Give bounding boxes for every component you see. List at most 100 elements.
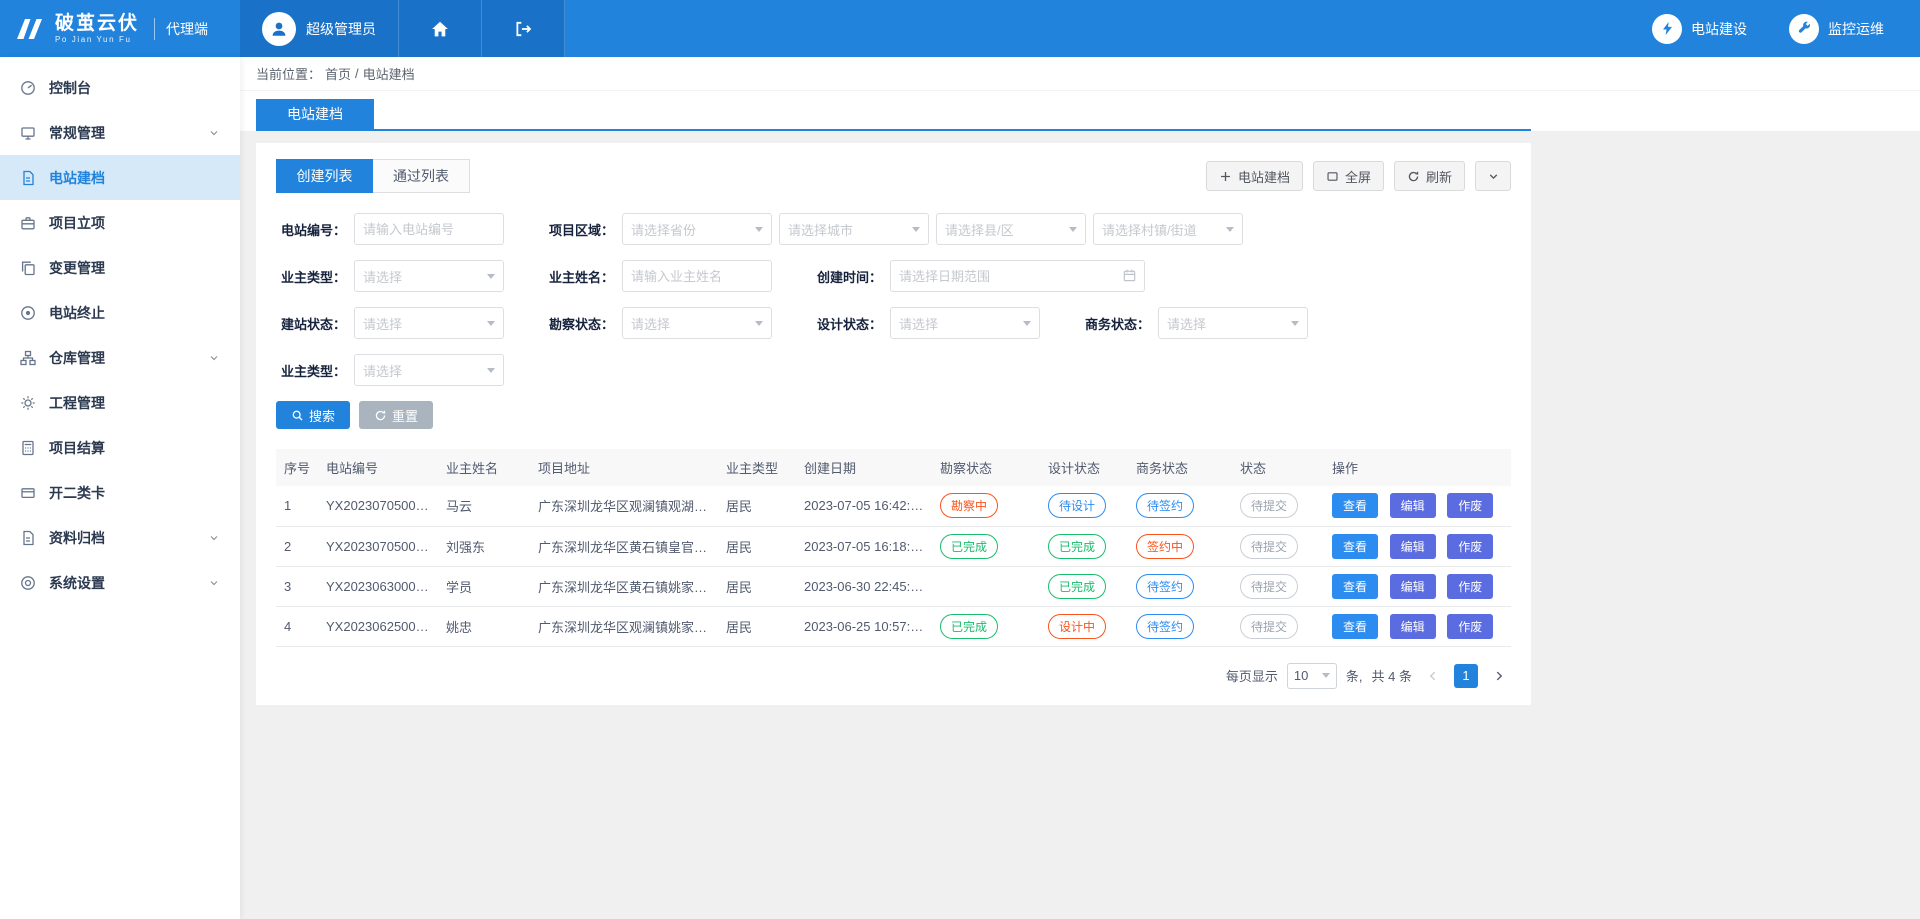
page-tab-station-filing[interactable]: 电站建档 bbox=[256, 99, 374, 129]
user-avatar bbox=[262, 12, 296, 46]
page-1-button[interactable]: 1 bbox=[1454, 664, 1478, 688]
cell-index: 1 bbox=[276, 486, 318, 526]
date-range-input[interactable] bbox=[890, 260, 1145, 292]
sidebar-item-change-mgmt[interactable]: 变更管理 bbox=[0, 245, 240, 290]
nav-station-build[interactable]: 电站建设 bbox=[1652, 14, 1747, 44]
owner-type2-select[interactable]: 请选择 bbox=[354, 354, 504, 386]
sidebar-item-system-settings[interactable]: 系统设置 bbox=[0, 560, 240, 605]
void-button[interactable]: 作废 bbox=[1447, 574, 1493, 599]
cell-address: 广东深圳龙华区观澜镇观湖路... bbox=[530, 486, 718, 526]
col-design-status: 设计状态 bbox=[1040, 449, 1128, 486]
sidebar-item-label: 资料归档 bbox=[49, 528, 105, 548]
business-status-select[interactable]: 请选择 bbox=[1158, 307, 1308, 339]
cell-owner-name: 姚忠 bbox=[438, 606, 530, 646]
edit-button[interactable]: 编辑 bbox=[1390, 574, 1436, 599]
station-no-label: 电站编号： bbox=[276, 220, 346, 239]
sidebar-item-engineering-mgmt[interactable]: 工程管理 bbox=[0, 380, 240, 425]
survey-status-select[interactable]: 请选择 bbox=[622, 307, 772, 339]
collapse-filters-button[interactable] bbox=[1475, 161, 1511, 191]
cell-created: 2023-07-05 16:18:50 bbox=[796, 526, 932, 566]
sidebar-item-general-mgmt[interactable]: 常规管理 bbox=[0, 110, 240, 155]
logo-title: 破茧云伏 bbox=[55, 14, 139, 33]
nav-monitor-ops[interactable]: 监控运维 bbox=[1789, 14, 1884, 44]
logo-tag: 代理端 bbox=[166, 19, 208, 39]
chevron-down-icon bbox=[208, 532, 220, 544]
breadcrumb-prefix: 当前位置： bbox=[256, 64, 321, 83]
build-status-select[interactable]: 请选择 bbox=[354, 307, 504, 339]
station-no-input[interactable] bbox=[354, 213, 504, 245]
edit-button[interactable]: 编辑 bbox=[1390, 493, 1436, 518]
sidebar-item-project-initiation[interactable]: 项目立项 bbox=[0, 200, 240, 245]
cell-owner-type: 居民 bbox=[718, 486, 796, 526]
view-button[interactable]: 查看 bbox=[1332, 493, 1378, 518]
city-select[interactable]: 请选择城市 bbox=[779, 213, 929, 245]
fullscreen-icon bbox=[1326, 170, 1339, 183]
tab-create-list[interactable]: 创建列表 bbox=[276, 159, 373, 193]
view-button[interactable]: 查看 bbox=[1332, 574, 1378, 599]
page-tab-bar: 电站建档 bbox=[240, 91, 1920, 131]
card-toolbar: 电站建档 全屏 刷新 bbox=[1206, 161, 1511, 191]
design-status-label: 设计状态： bbox=[812, 314, 882, 333]
chevron-down-icon bbox=[755, 321, 763, 326]
main-area: 当前位置： 首页 / 电站建档 电站建档 创建列表 通过列表 bbox=[240, 57, 1920, 919]
home-button[interactable] bbox=[399, 0, 482, 57]
sidebar-item-console[interactable]: 控制台 bbox=[0, 65, 240, 110]
edit-button[interactable]: 编辑 bbox=[1390, 534, 1436, 559]
county-select[interactable]: 请选择县/区 bbox=[936, 213, 1086, 245]
add-station-button[interactable]: 电站建档 bbox=[1206, 161, 1303, 191]
void-button[interactable]: 作废 bbox=[1447, 614, 1493, 639]
user-menu[interactable]: 超级管理员 bbox=[240, 0, 399, 57]
home-icon bbox=[431, 20, 449, 38]
logout-button[interactable] bbox=[482, 0, 565, 57]
sidebar-item-station-termination[interactable]: 电站终止 bbox=[0, 290, 240, 335]
view-button[interactable]: 查看 bbox=[1332, 614, 1378, 639]
owner-type-select[interactable]: 请选择 bbox=[354, 260, 504, 292]
sidebar-item-station-filing[interactable]: 电站建档 bbox=[0, 155, 240, 200]
breadcrumb-separator: / bbox=[355, 66, 359, 81]
prev-page-button[interactable] bbox=[1421, 664, 1445, 688]
void-button[interactable]: 作废 bbox=[1447, 534, 1493, 559]
app-header: 破茧云伏 Po Jian Yun Fu 代理端 超级管理员 电站建设 bbox=[0, 0, 1920, 57]
view-button[interactable]: 查看 bbox=[1332, 534, 1378, 559]
stop-circle-icon bbox=[20, 305, 36, 321]
sidebar-item-archive[interactable]: 资料归档 bbox=[0, 515, 240, 560]
cell-owner-type: 居民 bbox=[718, 566, 796, 606]
logout-icon bbox=[514, 20, 532, 38]
per-page-select[interactable]: 10 bbox=[1287, 663, 1337, 689]
filter-form: 电站编号： 项目区域： 请选择省份 请选择城市 bbox=[276, 213, 1511, 429]
table-row: 2 YX2023070500010 刘强东 广东深圳龙华区黄石镇皇官大... 居… bbox=[276, 526, 1511, 566]
province-select[interactable]: 请选择省份 bbox=[622, 213, 772, 245]
plus-icon bbox=[1219, 170, 1232, 183]
chevron-down-icon bbox=[487, 321, 495, 326]
chevron-down-icon bbox=[1322, 673, 1330, 678]
breadcrumb-current: 电站建档 bbox=[363, 64, 415, 83]
col-actions: 操作 bbox=[1324, 449, 1511, 486]
sidebar-item-warehouse-mgmt[interactable]: 仓库管理 bbox=[0, 335, 240, 380]
cell-station-no: YX2023070500011 bbox=[318, 486, 438, 526]
cell-station-no: YX2023070500010 bbox=[318, 526, 438, 566]
design-status-select[interactable]: 请选择 bbox=[890, 307, 1040, 339]
business-status-field: 商务状态： 请选择 bbox=[1080, 307, 1308, 339]
fullscreen-button[interactable]: 全屏 bbox=[1313, 161, 1384, 191]
sidebar-item-project-settlement[interactable]: 项目结算 bbox=[0, 425, 240, 470]
cell-index: 3 bbox=[276, 566, 318, 606]
tab-passed-list[interactable]: 通过列表 bbox=[373, 159, 470, 193]
void-button[interactable]: 作废 bbox=[1447, 493, 1493, 518]
next-page-button[interactable] bbox=[1487, 664, 1511, 688]
refresh-button[interactable]: 刷新 bbox=[1394, 161, 1465, 191]
business-status-badge: 签约中 bbox=[1136, 534, 1194, 559]
wrench-icon bbox=[1789, 14, 1819, 44]
reset-button[interactable]: 重置 bbox=[359, 401, 433, 429]
sidebar-item-type2-card[interactable]: 开二类卡 bbox=[0, 470, 240, 515]
build-status-label: 建站状态： bbox=[276, 314, 346, 333]
breadcrumb-home[interactable]: 首页 bbox=[325, 64, 351, 83]
status-badge: 待提交 bbox=[1240, 534, 1298, 559]
town-select[interactable]: 请选择村镇/街道 bbox=[1093, 213, 1243, 245]
nav-station-build-label: 电站建设 bbox=[1691, 19, 1747, 39]
total-count: 共 4 条 bbox=[1372, 666, 1412, 685]
edit-button[interactable]: 编辑 bbox=[1390, 614, 1436, 639]
refresh-label: 刷新 bbox=[1426, 167, 1452, 186]
owner-name-input[interactable] bbox=[622, 260, 772, 292]
search-button[interactable]: 搜索 bbox=[276, 401, 350, 429]
chevron-down-icon bbox=[1069, 227, 1077, 232]
